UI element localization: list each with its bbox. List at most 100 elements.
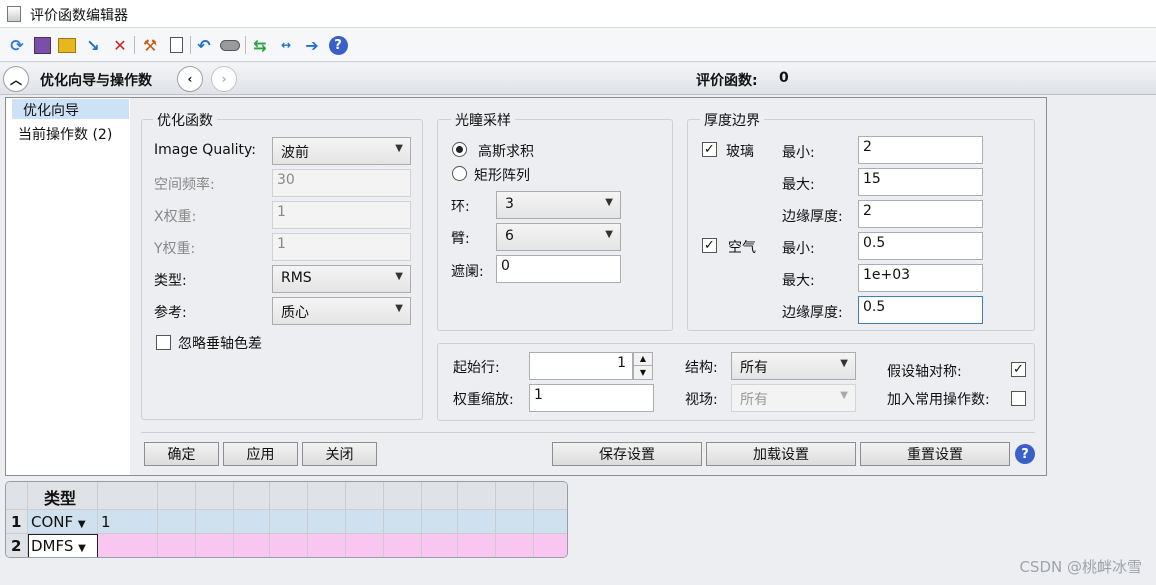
grid-column-line: [307, 482, 308, 557]
spin-down-icon[interactable]: ▼: [634, 366, 652, 379]
insert-icon[interactable]: ↘: [83, 35, 103, 55]
operand-type-value: CONF: [31, 513, 74, 531]
glass-edge-input[interactable]: 2: [858, 200, 983, 228]
reference-select[interactable]: 质心 ▼: [272, 297, 411, 325]
merit-function-label: 评价函数:: [696, 73, 758, 89]
wizard-icon[interactable]: ⚒: [140, 35, 160, 55]
type-select[interactable]: RMS ▼: [272, 265, 411, 293]
add-common-operands-label: 加入常用操作数:: [887, 392, 990, 408]
thickness-boundary-title: 厚度边界: [700, 110, 764, 130]
image-quality-value: 波前: [281, 145, 309, 161]
operand-type-cell[interactable]: CONF ▼: [28, 510, 98, 534]
refresh-icon[interactable]: ⟳: [7, 35, 27, 55]
chevron-down-icon: ▼: [395, 271, 403, 282]
air-max-input[interactable]: 1e+03: [858, 264, 983, 292]
swap-icon[interactable]: ⇆: [250, 35, 270, 55]
grid-column-line: [269, 482, 270, 557]
air-checkbox[interactable]: ✓: [702, 238, 717, 253]
help-icon[interactable]: ?: [328, 35, 348, 55]
spin-up-icon[interactable]: ▲: [634, 353, 652, 366]
prev-button[interactable]: ‹: [177, 66, 203, 92]
glass-max-input[interactable]: 15: [858, 168, 983, 196]
assume-symmetric-label: 假设轴对称:: [887, 364, 962, 380]
toggle-icon[interactable]: [220, 35, 240, 55]
grid-column-line: [383, 482, 384, 557]
nav-item-operands[interactable]: 当前操作数 (2): [18, 124, 112, 144]
spatial-freq-input[interactable]: 30: [272, 169, 411, 197]
chevron-down-icon: ▼: [840, 358, 848, 369]
load-icon[interactable]: [57, 35, 77, 55]
reset-settings-button[interactable]: 重置设置: [860, 442, 1010, 466]
chevron-down-icon: ▼: [605, 229, 613, 240]
ok-button[interactable]: 确定: [144, 442, 219, 466]
rectangular-array-radio[interactable]: [452, 166, 467, 181]
config-select[interactable]: 所有 ▼: [731, 352, 856, 380]
spatial-freq-label: 空间频率:: [154, 177, 215, 193]
save-icon[interactable]: [32, 35, 52, 55]
start-row-label: 起始行:: [453, 360, 500, 376]
ignore-lateral-color-label: 忽略垂轴色差: [178, 336, 262, 352]
weight-scale-label: 权重缩放:: [453, 392, 514, 408]
help-icon[interactable]: ?: [1015, 444, 1035, 464]
air-edge-input[interactable]: 0.5: [858, 296, 983, 324]
arrow-right-icon[interactable]: ➔: [302, 35, 322, 55]
type-value: RMS: [281, 270, 312, 286]
ignore-lateral-color-checkbox[interactable]: [156, 335, 171, 350]
title-bar: 评价函数编辑器: [0, 0, 1156, 28]
app-icon: [7, 6, 21, 22]
air-min-input[interactable]: 0.5: [858, 232, 983, 260]
assume-symmetric-checkbox[interactable]: ✓: [1011, 362, 1026, 377]
close-button[interactable]: 关闭: [302, 442, 377, 466]
dropdown-icon[interactable]: ▼: [78, 543, 86, 554]
chevron-up-icon: ︿: [9, 72, 22, 87]
operand-type-cell[interactable]: DMFS ▼: [28, 534, 98, 557]
air-label: 空气: [728, 240, 756, 256]
y-weight-input[interactable]: 1: [272, 233, 411, 261]
merit-function-value: 0: [779, 70, 789, 86]
apply-button[interactable]: 应用: [223, 442, 298, 466]
operand-value-cell[interactable]: 1: [98, 510, 567, 534]
chevron-down-icon: ▼: [605, 197, 613, 208]
chevron-down-icon: ▼: [395, 303, 403, 314]
weight-scale-input[interactable]: 1: [529, 384, 654, 412]
collapse-button[interactable]: ︿: [3, 66, 29, 92]
next-button[interactable]: ›: [211, 66, 237, 92]
chevron-down-icon: ▼: [840, 390, 848, 401]
glass-edge-label: 边缘厚度:: [782, 209, 843, 225]
arms-select[interactable]: 6 ▼: [496, 223, 621, 251]
start-row-spinner[interactable]: ▲ ▼: [633, 352, 653, 380]
glass-max-label: 最大:: [782, 177, 815, 193]
operand-value-cell[interactable]: [98, 534, 567, 557]
obscuration-input[interactable]: 0: [496, 255, 621, 283]
glass-checkbox[interactable]: ✓: [702, 142, 717, 157]
file-icon[interactable]: [166, 35, 186, 55]
rings-value: 3: [505, 196, 514, 212]
delete-icon[interactable]: ✕: [110, 35, 130, 55]
x-weight-input[interactable]: 1: [272, 201, 411, 229]
glass-min-label: 最小:: [782, 145, 815, 161]
undo-icon[interactable]: ↶: [194, 35, 214, 55]
rings-select[interactable]: 3 ▼: [496, 191, 621, 219]
operand-grid: 类型 1 CONF ▼ 1 2 DMFS ▼: [5, 481, 568, 558]
grid-column-line: [157, 482, 158, 557]
row-number: 1: [6, 510, 28, 534]
image-quality-label: Image Quality:: [154, 142, 257, 158]
load-settings-button[interactable]: 加载设置: [706, 442, 856, 466]
image-quality-select[interactable]: 波前 ▼: [272, 137, 411, 165]
field-select[interactable]: 所有 ▼: [731, 384, 856, 412]
arms-value: 6: [505, 228, 514, 244]
config-label: 结构:: [685, 360, 718, 376]
dropdown-icon[interactable]: ▼: [78, 519, 86, 530]
save-settings-button[interactable]: 保存设置: [552, 442, 702, 466]
chevron-right-icon: ›: [221, 72, 227, 86]
glass-min-input[interactable]: 2: [858, 136, 983, 164]
add-common-operands-checkbox[interactable]: [1011, 391, 1026, 406]
wizard-title: 优化向导与操作数: [40, 73, 152, 89]
start-row-input[interactable]: 1: [529, 352, 633, 380]
arrow-dotted-icon[interactable]: ↔: [276, 35, 296, 55]
grid-column-line: [457, 482, 458, 557]
air-min-label: 最小:: [782, 241, 815, 257]
nav-item-wizard[interactable]: 优化向导: [23, 100, 79, 120]
gaussian-quadrature-label: 高斯求积: [478, 144, 534, 160]
gaussian-quadrature-radio[interactable]: [452, 142, 467, 157]
